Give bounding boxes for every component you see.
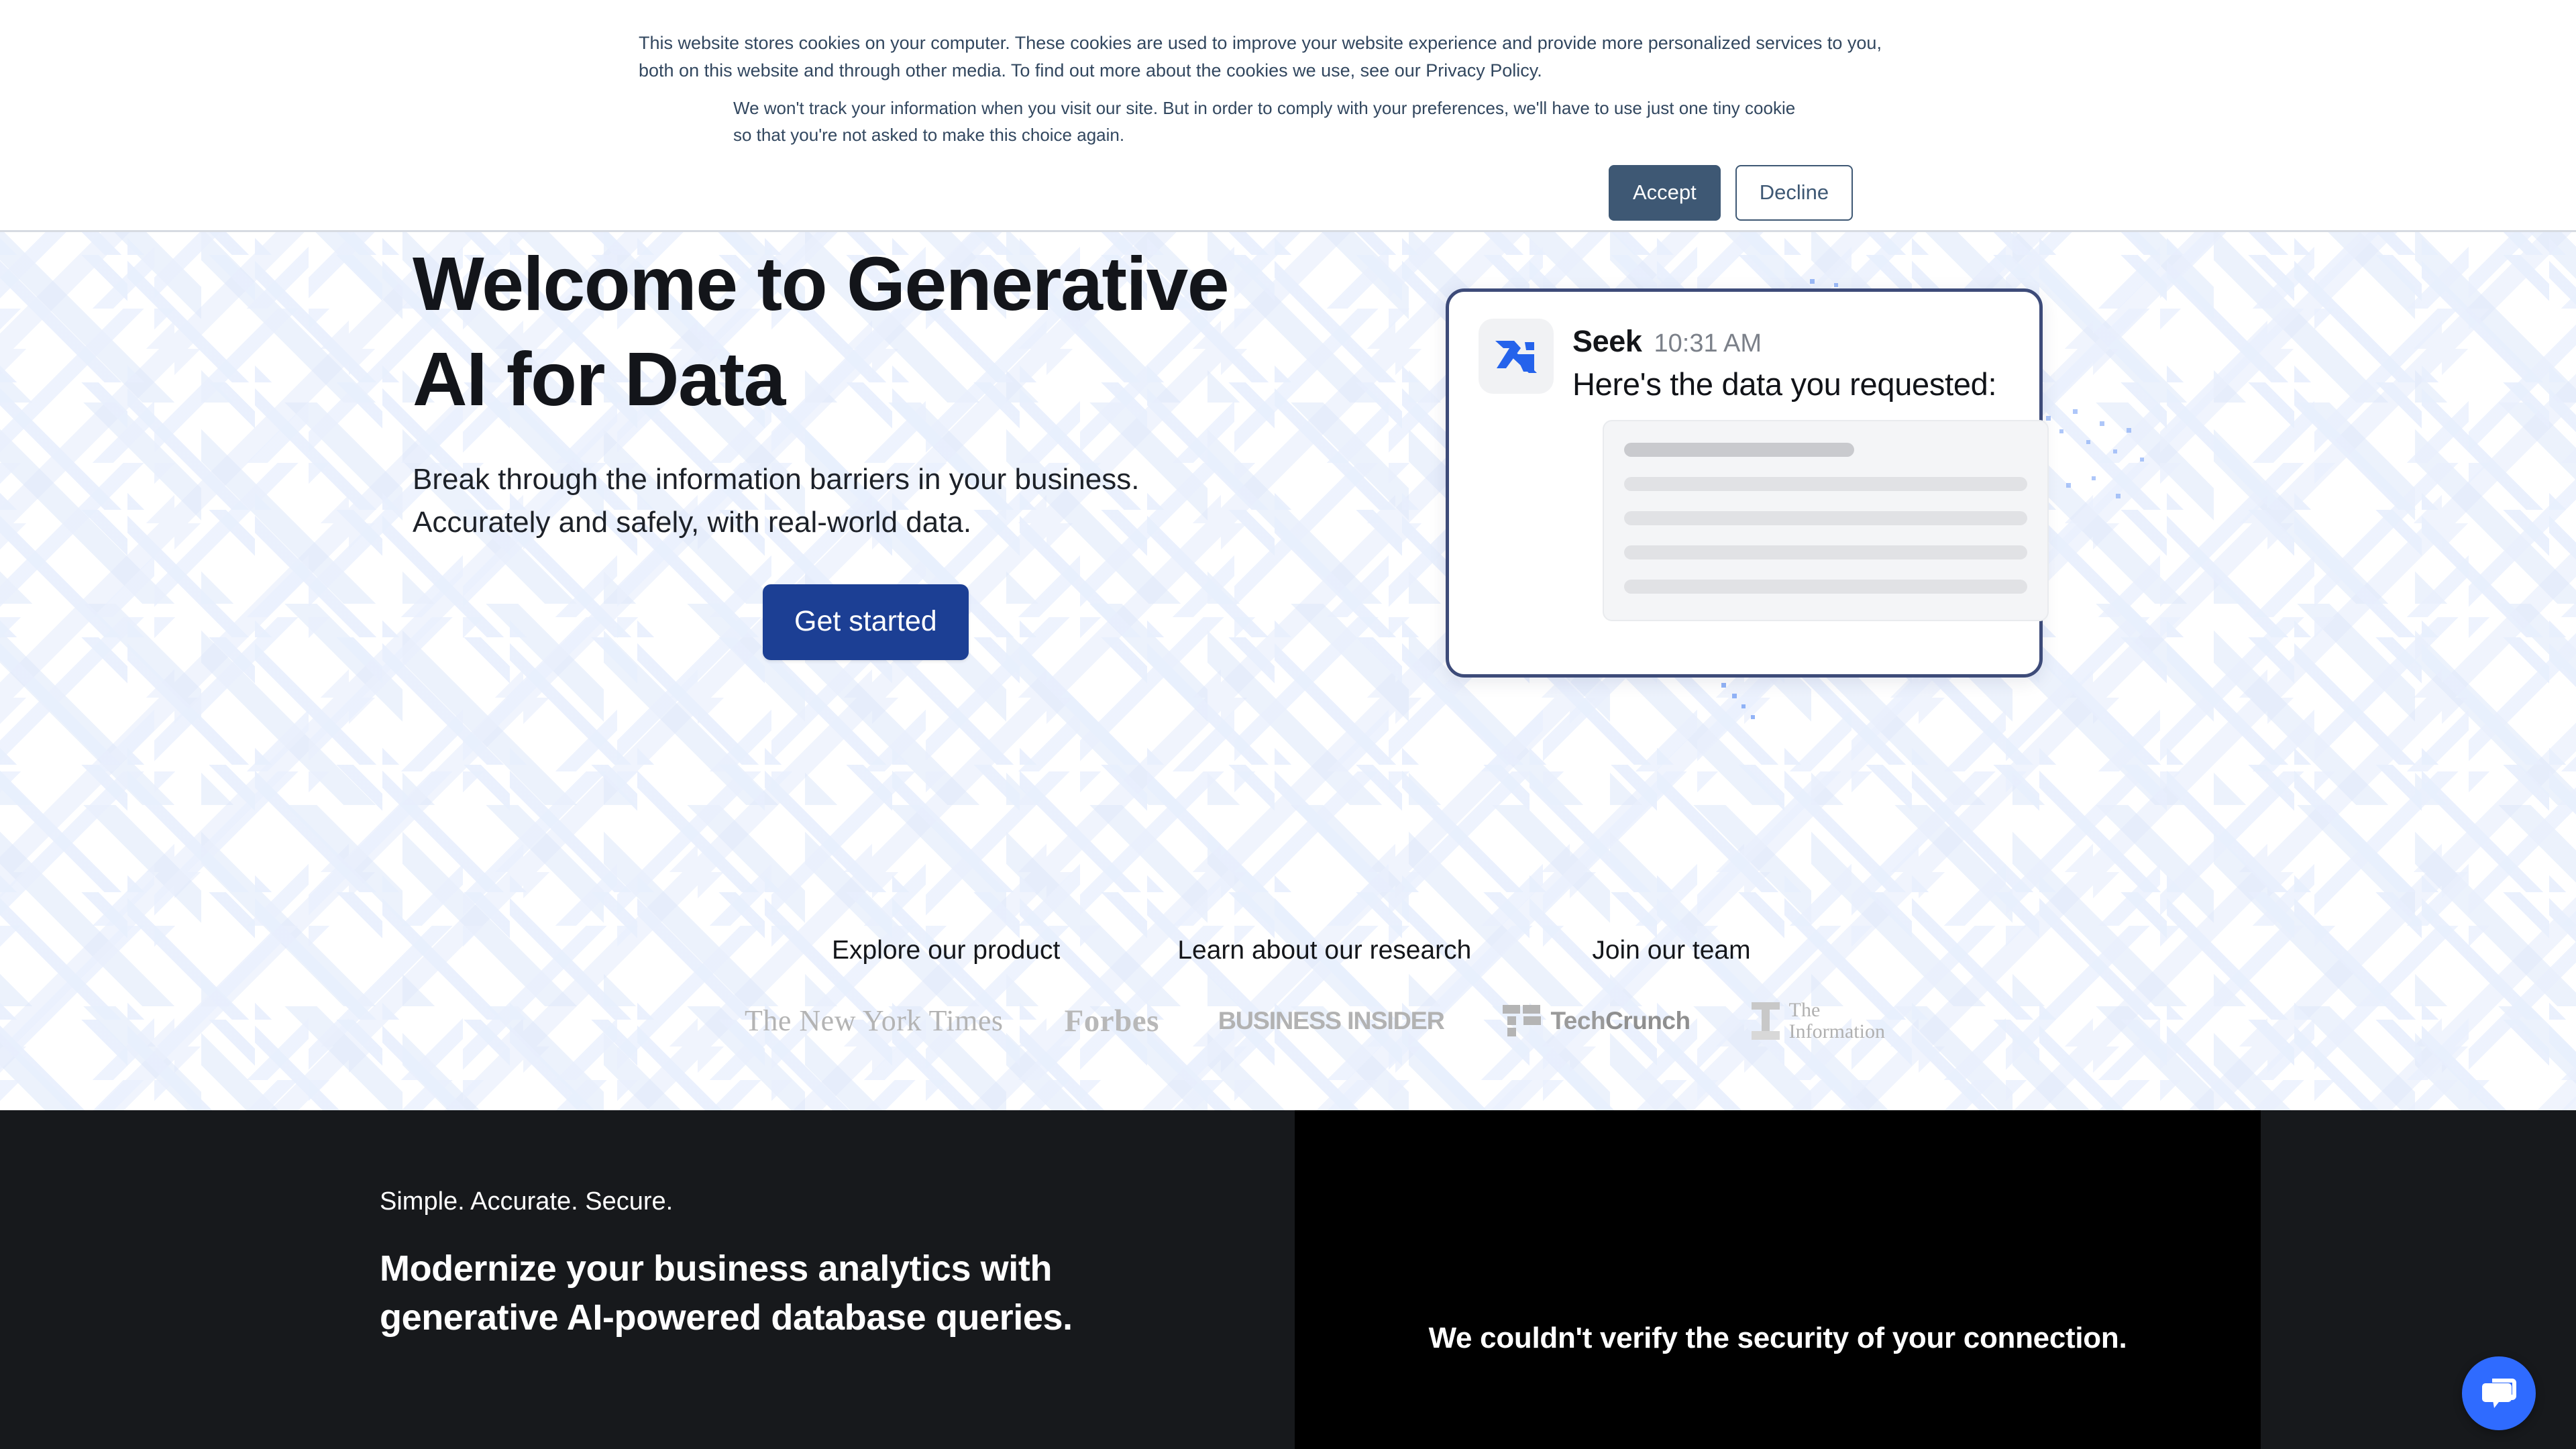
techcrunch-mark-icon xyxy=(1503,1005,1542,1036)
link-learn-about-our-research[interactable]: Learn about our research xyxy=(1177,936,1471,965)
chat-sender-row: Seek 10:31 AM xyxy=(1572,324,1996,359)
the-information-line-2: Information xyxy=(1788,1020,1885,1042)
cta-wrapper: Get started xyxy=(413,584,1251,661)
dark-feature-section: Simple. Accurate. Secure. Modernize your… xyxy=(0,1110,2576,1449)
skeleton-bar xyxy=(1624,477,2027,491)
hero-subtitle: Break through the information barriers i… xyxy=(413,458,1251,544)
chat-sender-name: Seek xyxy=(1572,324,1642,358)
chat-timestamp: 10:31 AM xyxy=(1654,329,1762,358)
section-eyebrow: Simple. Accurate. Secure. xyxy=(380,1187,674,1216)
page-root: Welcome to Generative AI for Data Break … xyxy=(0,0,2576,1449)
cookie-banner-actions: Accept Decline xyxy=(1609,165,1854,221)
hero-copy-block: Welcome to Generative AI for Data Break … xyxy=(413,236,1251,661)
the-information-wordmark: The Information xyxy=(1789,1000,1885,1042)
the-information-mark-icon xyxy=(1751,1002,1780,1040)
video-embed-panel: We couldn't verify the security of your … xyxy=(1295,1110,2261,1449)
the-information-line-1: The xyxy=(1788,999,1821,1021)
chat-bubbles-icon xyxy=(2482,1379,2516,1408)
dark-copy-block: Simple. Accurate. Secure. Modernize your… xyxy=(380,1187,1272,1342)
chat-preview-card: Seek 10:31 AM Here's the data you reques… xyxy=(1446,288,2049,678)
hero-link-row: Explore our product Learn about our rese… xyxy=(832,936,1751,965)
skeleton-bar xyxy=(1624,511,2027,525)
hero-subtitle-line-2: Accurately and safely, with real-world d… xyxy=(413,505,972,539)
chat-widget-button[interactable] xyxy=(2462,1356,2536,1430)
cookie-consent-banner: This website stores cookies on your comp… xyxy=(0,0,2576,232)
skeleton-bar xyxy=(1624,580,2027,594)
get-started-button[interactable]: Get started xyxy=(763,584,969,661)
press-logo-the-information: The Information xyxy=(1751,1000,1885,1042)
business-insider-wordmark: BUSINESS INSIDER xyxy=(1218,1006,1445,1034)
cookie-accept-button[interactable]: Accept xyxy=(1609,165,1721,221)
chat-message-header: Seek 10:31 AM Here's the data you reques… xyxy=(1479,319,2010,402)
link-explore-our-product[interactable]: Explore our product xyxy=(832,936,1060,965)
nyt-wordmark: The New York Times xyxy=(745,1004,1004,1037)
cookie-banner-paragraph-1: This website stores cookies on your comp… xyxy=(639,33,1882,81)
data-skeleton-placeholder xyxy=(1603,420,2049,621)
skeleton-bar xyxy=(1624,545,2027,559)
press-logo-row: The New York Times Forbes BUSINESS INSID… xyxy=(745,1000,1885,1042)
techcrunch-word-tech: Tech xyxy=(1550,1006,1606,1034)
press-logo-forbes: Forbes xyxy=(1065,1003,1159,1039)
hero-subtitle-line-1: Break through the information barriers i… xyxy=(413,462,1140,496)
link-join-our-team[interactable]: Join our team xyxy=(1592,936,1750,965)
section-title-line-1: Modernize your business analytics with xyxy=(380,1248,1053,1289)
press-logo-techcrunch: TechCrunch xyxy=(1503,1005,1690,1036)
page-title: Welcome to Generative AI for Data xyxy=(413,241,1230,422)
cookie-banner-paragraph-2: We won't track your information when you… xyxy=(733,98,1796,145)
press-logo-business-insider: BUSINESS INSIDER xyxy=(1218,1006,1445,1035)
chat-message-body: Seek 10:31 AM Here's the data you reques… xyxy=(1572,319,1997,402)
skeleton-bar xyxy=(1624,443,1854,457)
press-logo-nyt: The New York Times xyxy=(745,1004,1004,1038)
section-title: Modernize your business analytics with g… xyxy=(380,1244,1272,1342)
video-error-message: We couldn't verify the security of your … xyxy=(1428,1322,2127,1354)
section-title-line-2: generative AI-powered database queries. xyxy=(380,1297,1073,1338)
techcrunch-word-crunch: Crunch xyxy=(1605,1006,1690,1034)
forbes-wordmark: Forbes xyxy=(1064,1003,1159,1038)
techcrunch-wordmark: TechCrunch xyxy=(1550,1007,1690,1035)
cookie-decline-button[interactable]: Decline xyxy=(1735,165,1854,221)
avatar xyxy=(1479,319,1554,394)
chat-message-text: Here's the data you requested: xyxy=(1572,366,1997,402)
seek-logo-icon xyxy=(1495,341,1537,373)
